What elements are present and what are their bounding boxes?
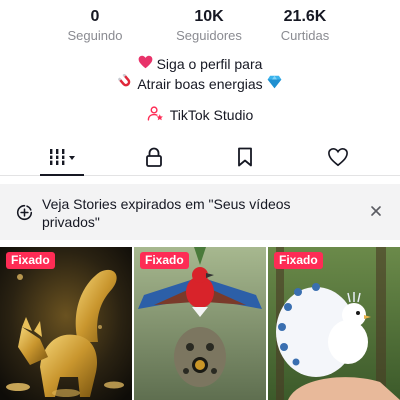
heart-icon — [138, 54, 153, 74]
tab-liked[interactable] — [288, 142, 388, 176]
stat-following[interactable]: 0 Seguindo — [40, 6, 150, 44]
stories-banner[interactable]: Veja Stories expirados em "Seus vídeos p… — [0, 184, 400, 240]
close-icon[interactable] — [370, 204, 382, 222]
tab-private[interactable] — [104, 142, 204, 176]
pinned-badge: Fixado — [140, 252, 189, 269]
video-thumbnail-2[interactable]: Fixado — [134, 247, 266, 400]
magnet-icon — [118, 73, 133, 94]
bio-text-2: Atrair boas energias — [137, 76, 263, 92]
pinned-badge: Fixado — [6, 252, 55, 269]
banner-text: Veja Stories expirados em "Seus vídeos p… — [42, 196, 291, 230]
stat-likes[interactable]: 21.6K Curtidas — [250, 6, 360, 44]
grid-icon — [47, 147, 77, 172]
tiktok-studio-link[interactable]: TikTok Studio — [0, 105, 400, 125]
white-peacock-image — [268, 247, 400, 400]
plus-circle-icon — [16, 204, 33, 226]
bookmark-icon — [237, 147, 253, 172]
video-thumbnail-3[interactable]: Fixado — [268, 247, 400, 400]
gem-icon — [267, 74, 282, 94]
followers-label: Seguidores — [176, 28, 242, 43]
pinned-badge: Fixado — [274, 252, 323, 269]
user-star-icon — [147, 105, 164, 125]
bio-text-1: Siga o perfil para — [156, 56, 263, 72]
following-count: 0 — [90, 8, 100, 25]
profile-tabs — [0, 142, 400, 176]
following-label: Seguindo — [67, 28, 123, 43]
tab-selected-indicator — [40, 174, 84, 176]
video-grid: Fixado Fixado Fixado — [0, 247, 400, 400]
likes-count: 21.6K — [283, 8, 327, 25]
studio-label: TikTok Studio — [169, 107, 254, 123]
profile-stats: 0 Seguindo 10K Seguidores 21.6K Curtidas — [0, 6, 400, 46]
bio-line-2: Atrair boas energias — [0, 73, 400, 94]
tab-videos[interactable] — [12, 142, 112, 176]
tab-saved[interactable] — [195, 142, 295, 176]
followers-count: 10K — [194, 8, 224, 25]
lock-icon — [145, 147, 163, 172]
video-thumbnail-1[interactable]: Fixado — [0, 247, 132, 400]
heart-outline-icon — [327, 147, 349, 172]
colorful-bird-image — [134, 247, 266, 400]
profile-bio: Siga o perfil para Atrair boas energias — [0, 54, 400, 94]
golden-fox-image — [0, 247, 132, 400]
bio-line-1: Siga o perfil para — [0, 54, 400, 74]
stat-followers[interactable]: 10K Seguidores — [154, 6, 264, 44]
likes-label: Curtidas — [280, 28, 330, 43]
